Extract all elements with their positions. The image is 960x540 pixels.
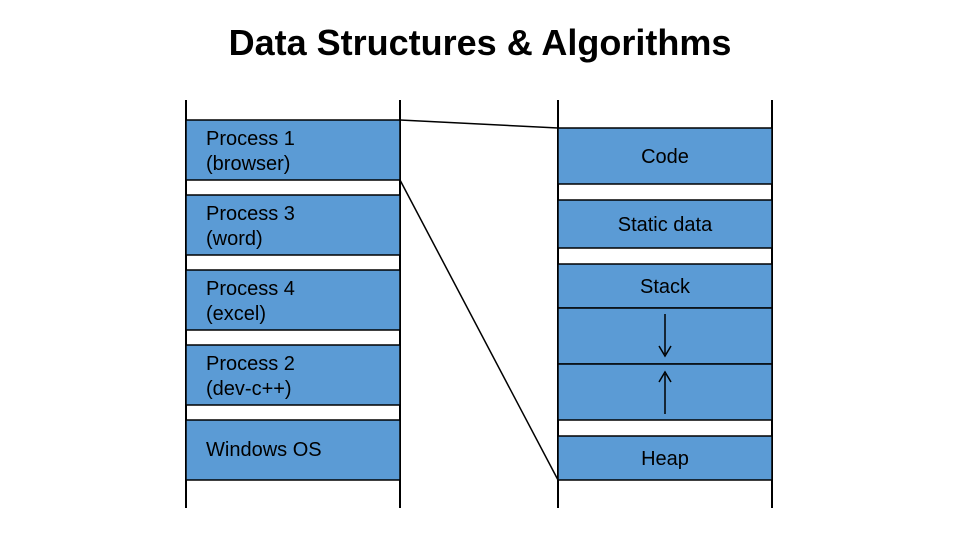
right-cell-0-label: Code <box>641 146 689 168</box>
left-cell-process1: Process 1 (browser) <box>186 120 400 180</box>
left-cell-1-line1: Process 3 <box>206 203 295 225</box>
right-cell-2-label: Stack <box>640 276 691 298</box>
left-column: Process 1 (browser) Process 3 (word) Pro… <box>186 100 400 508</box>
left-cell-0-line2: (browser) <box>206 153 290 175</box>
map-line-top <box>400 120 558 128</box>
left-cell-process2: Process 2 (dev-c++) <box>186 345 400 405</box>
diagram-svg: Process 1 (browser) Process 3 (word) Pro… <box>0 0 960 540</box>
map-line-bottom <box>400 180 558 480</box>
left-cell-1-line2: (word) <box>206 228 263 250</box>
right-column: Code Static data Stack Heap <box>558 100 772 508</box>
left-cell-windows-os: Windows OS <box>186 420 400 480</box>
left-cell-3-line1: Process 2 <box>206 353 295 375</box>
left-cell-2-line2: (excel) <box>206 303 266 325</box>
left-cell-3-line2: (dev-c++) <box>206 378 292 400</box>
right-cell-code: Code <box>558 128 772 184</box>
right-cell-static-data: Static data <box>558 200 772 248</box>
left-cell-process4: Process 4 (excel) <box>186 270 400 330</box>
left-cell-2-line1: Process 4 <box>206 278 295 300</box>
right-cell-heap: Heap <box>558 436 772 480</box>
left-cell-0-line1: Process 1 <box>206 128 295 150</box>
right-cell-5-label: Heap <box>641 448 689 470</box>
right-cell-stack: Stack <box>558 264 772 308</box>
left-cell-4-line1: Windows OS <box>206 439 322 461</box>
left-cell-process3: Process 3 (word) <box>186 195 400 255</box>
right-cell-1-label: Static data <box>618 214 713 236</box>
